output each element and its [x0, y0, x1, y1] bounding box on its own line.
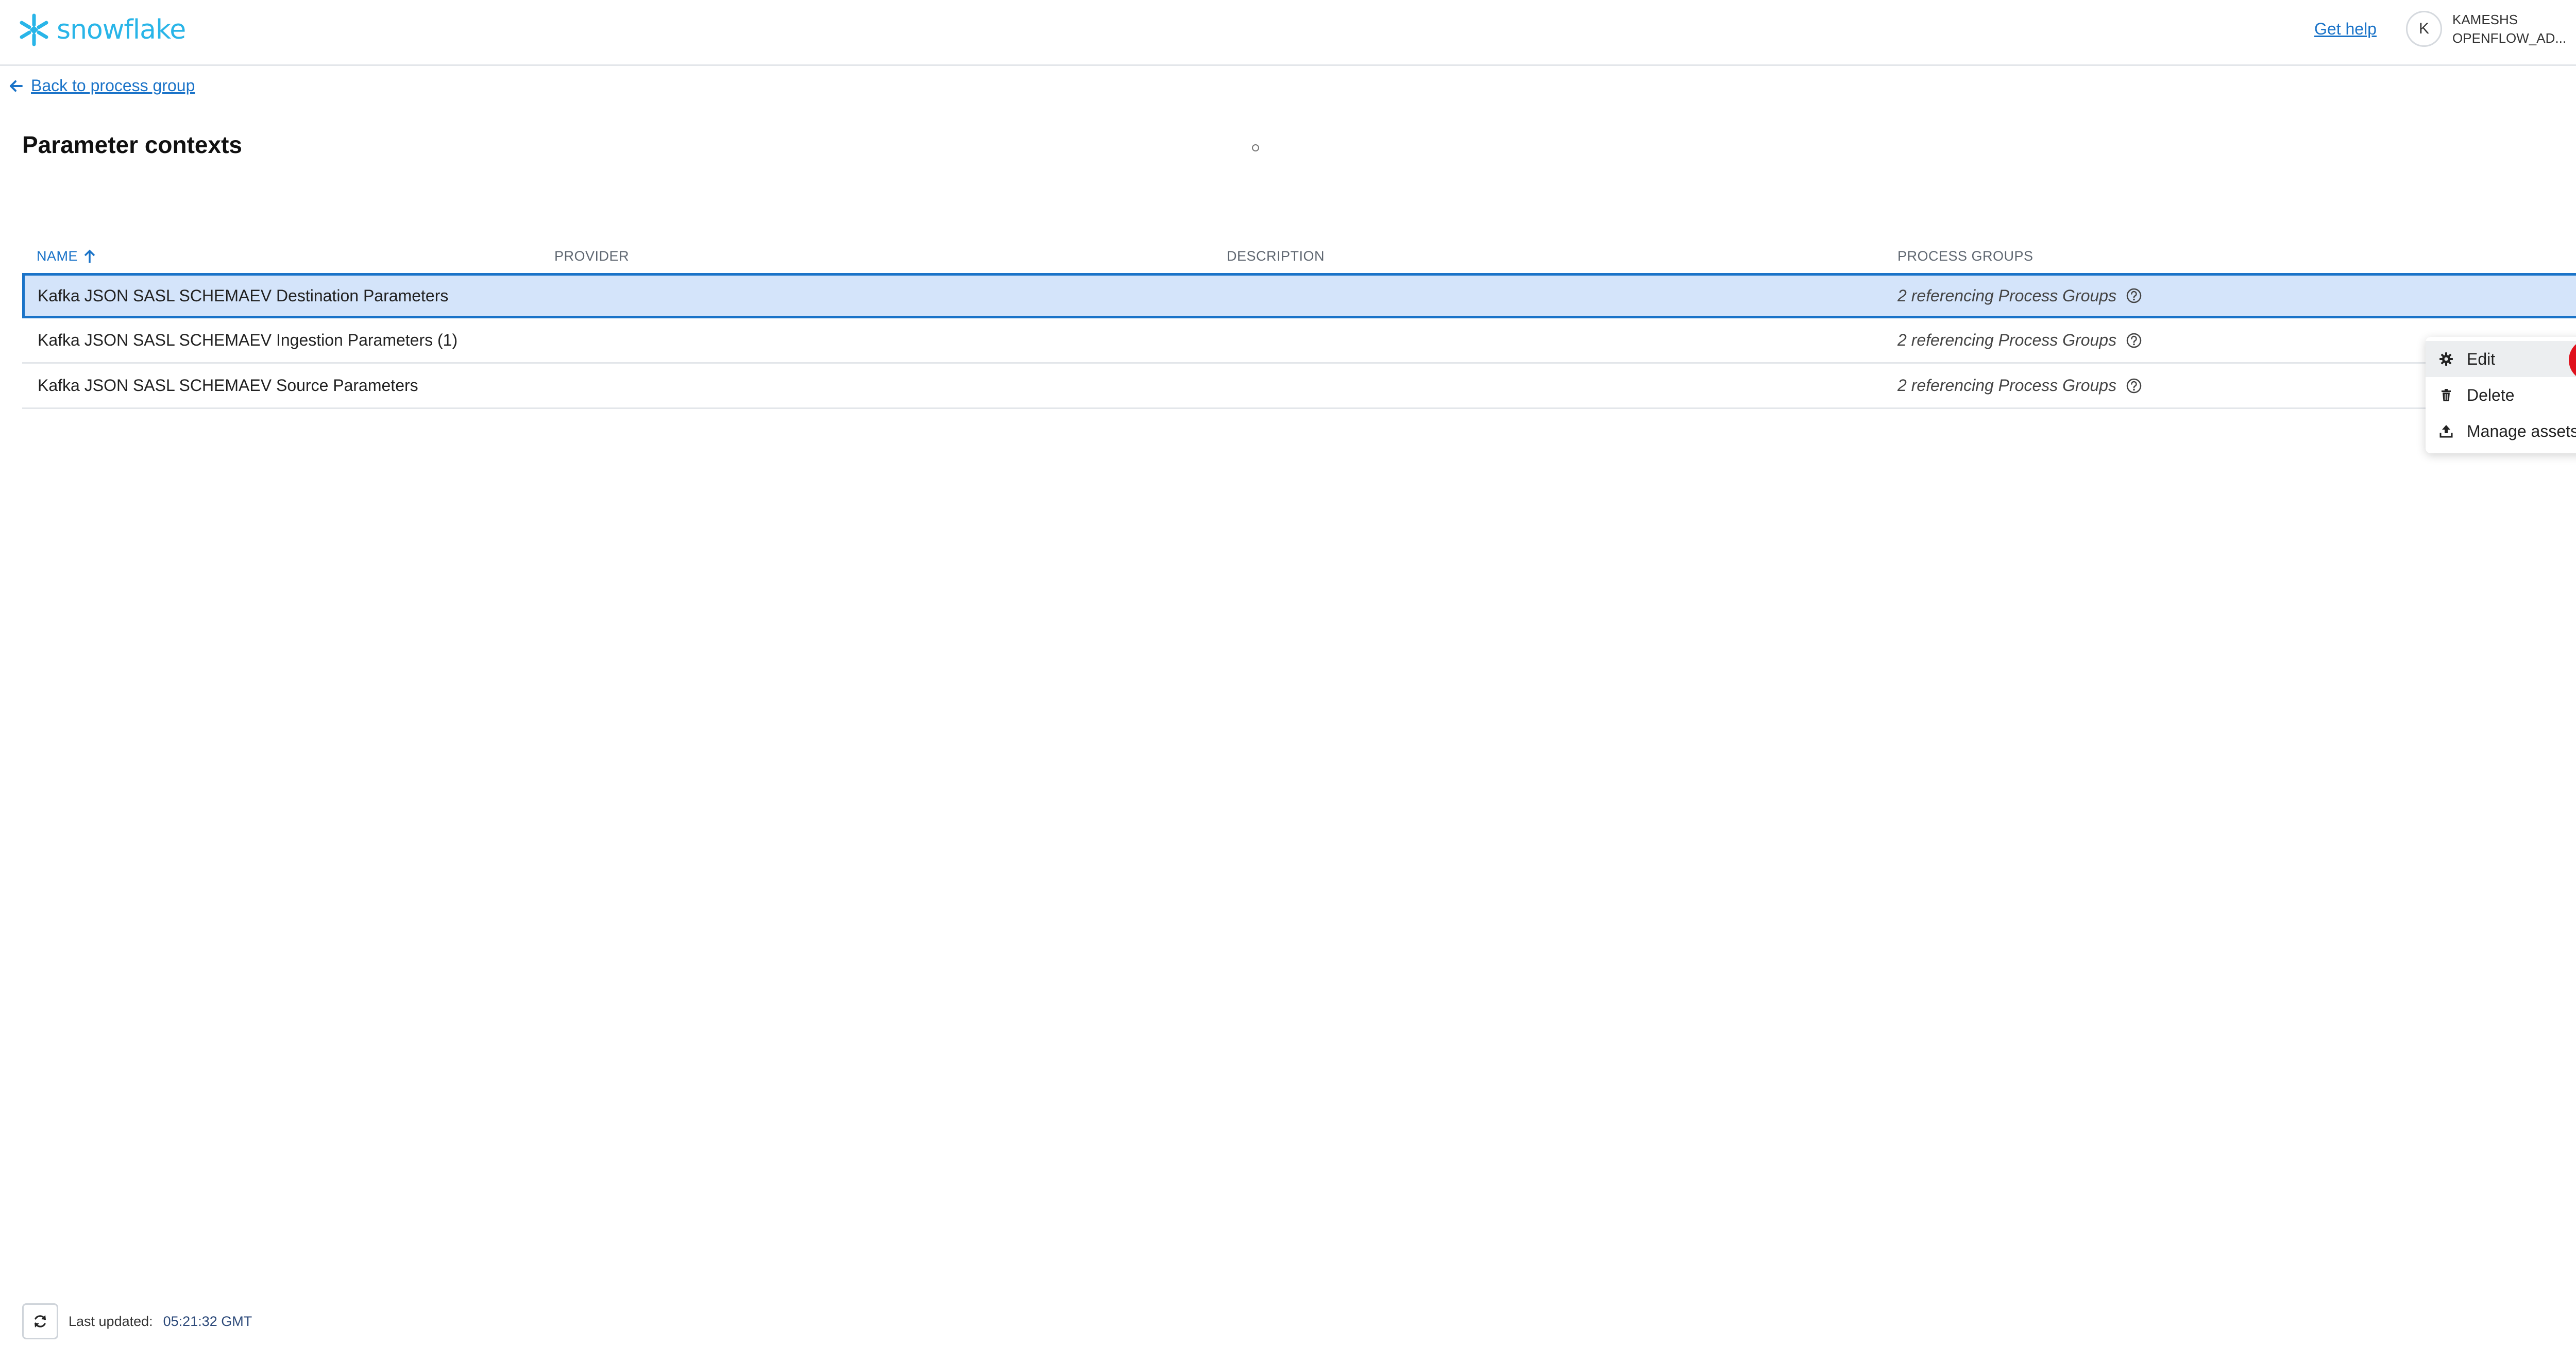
menu-item-edit[interactable]: Edit [2426, 341, 2576, 377]
row-process-groups: 2 referencing Process Groups [1897, 276, 2142, 316]
sort-arrow-up-icon [84, 249, 95, 263]
row-process-groups: 2 referencing Process Groups [1897, 364, 2142, 407]
help-circle-icon[interactable] [2126, 287, 2142, 304]
user-role: OPENFLOW_AD... [2452, 30, 2566, 46]
menu-item-delete[interactable]: Delete [2426, 377, 2576, 413]
column-header-description-label: DESCRIPTION [1227, 248, 1325, 264]
column-header-process-groups[interactable]: PROCESS GROUPS [1897, 248, 2033, 264]
snowflake-logo-icon [20, 13, 48, 46]
help-circle-icon[interactable] [2126, 332, 2142, 349]
refresh-button[interactable] [22, 1303, 58, 1339]
row-name: Kafka JSON SASL SCHEMAEV Ingestion Param… [38, 331, 458, 349]
column-header-process-groups-label: PROCESS GROUPS [1897, 248, 2033, 264]
arrow-left-icon [10, 80, 23, 92]
process-groups-text: 2 referencing Process Groups [1897, 286, 2117, 305]
column-header-provider[interactable]: PROVIDER [554, 248, 629, 264]
help-circle-icon[interactable] [2126, 378, 2142, 394]
row-name: Kafka JSON SASL SCHEMAEV Destination Par… [38, 286, 449, 305]
logo-text: snowflake [57, 14, 186, 45]
table-header: NAME PROVIDER DESCRIPTION PROCESS GROUPS [22, 242, 2576, 273]
menu-item-manage-assets-label: Manage assets [2467, 421, 2576, 440]
refresh-icon [35, 1315, 46, 1327]
column-header-name[interactable]: NAME [37, 248, 96, 264]
row-name: Kafka JSON SASL SCHEMAEV Source Paramete… [38, 376, 418, 395]
process-groups-text: 2 referencing Process Groups [1897, 376, 2117, 395]
page-title: Parameter contexts [22, 131, 242, 158]
menu-item-delete-label: Delete [2467, 385, 2515, 404]
last-updated-value: 05:21:32 GMT [163, 1313, 252, 1329]
avatar: K [2406, 11, 2442, 47]
column-header-description[interactable]: DESCRIPTION [1227, 248, 1325, 264]
menu-item-manage-assets[interactable]: Manage assets [2426, 413, 2576, 449]
back-to-process-group-link[interactable]: Back to process group [8, 76, 195, 95]
parameter-contexts-table: NAME PROVIDER DESCRIPTION PROCESS GROUPS… [22, 242, 2576, 409]
table-row[interactable]: Kafka JSON SASL SCHEMAEV Ingestion Param… [22, 318, 2576, 364]
user-menu[interactable]: K KAMESHS OPENFLOW_AD... [2406, 10, 2576, 47]
footer: Last updated: 05:21:32 GMT [22, 1303, 252, 1339]
trash-icon [2442, 389, 2451, 401]
menu-item-edit-label: Edit [2467, 349, 2496, 368]
last-updated-label: Last updated: [69, 1313, 153, 1329]
user-name: KAMESHS [2452, 12, 2518, 27]
row-process-groups: 2 referencing Process Groups [1897, 318, 2142, 362]
gear-icon [2439, 352, 2453, 366]
back-link-label: Back to process group [31, 76, 195, 95]
mouse-cursor-icon [1252, 144, 1259, 151]
column-header-name-label: NAME [37, 248, 78, 264]
table-row[interactable]: Kafka JSON SASL SCHEMAEV Destination Par… [22, 273, 2576, 318]
upload-icon [2439, 425, 2453, 438]
snowflake-logo[interactable]: snowflake [16, 12, 186, 47]
row-context-menu: Edit Delete Manage assets [2426, 337, 2576, 453]
get-help-link[interactable]: Get help [2314, 20, 2377, 39]
top-bar: snowflake Get help K KAMESHS OPENFLOW_AD… [0, 0, 2576, 66]
table-row[interactable]: Kafka JSON SASL SCHEMAEV Source Paramete… [22, 364, 2576, 409]
user-info: KAMESHS OPENFLOW_AD... [2452, 10, 2566, 47]
process-groups-text: 2 referencing Process Groups [1897, 331, 2117, 349]
column-header-provider-label: PROVIDER [554, 248, 630, 264]
